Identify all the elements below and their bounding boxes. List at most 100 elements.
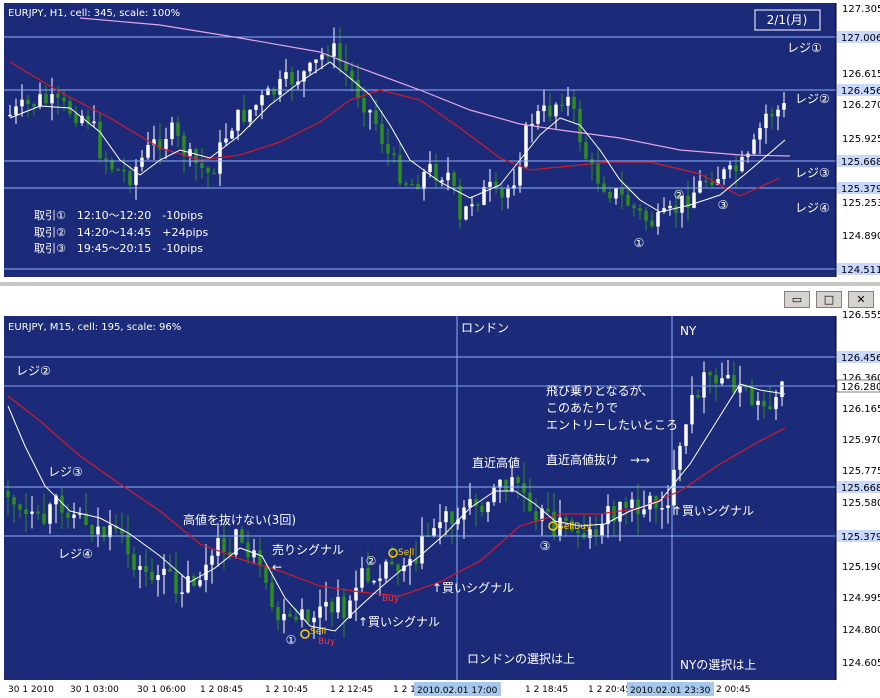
- candle-bull: [600, 523, 604, 536]
- candle-bear: [390, 561, 394, 565]
- candle-bear: [710, 181, 714, 185]
- candle-bear: [270, 582, 274, 608]
- candle-bull: [314, 59, 318, 63]
- candle-bull: [510, 477, 514, 491]
- candle-bull: [780, 381, 784, 398]
- candle-bull: [702, 372, 706, 398]
- candle-bull: [134, 166, 138, 186]
- candle-bull: [444, 511, 448, 523]
- candle-bull: [506, 188, 510, 198]
- price-highlight: 125.668: [841, 483, 880, 494]
- candle-bear: [168, 568, 172, 572]
- candle-bear: [458, 185, 462, 220]
- candle-bull: [284, 72, 288, 79]
- candle-bear: [516, 477, 520, 483]
- candle-bear: [708, 372, 712, 376]
- candle-bull: [92, 121, 96, 124]
- annotation-london-choice: ロンドンの選択は上: [467, 652, 575, 666]
- candle-bear: [546, 508, 550, 512]
- time-highlight: 2010.02.01 23:30: [630, 686, 711, 696]
- candle-bull: [666, 505, 670, 509]
- candle-bull: [614, 188, 618, 199]
- candle-bull: [254, 105, 258, 110]
- candle-bear: [290, 72, 294, 85]
- candle-bull: [372, 580, 376, 583]
- candle-bull: [678, 445, 682, 470]
- candle-bear: [362, 97, 366, 113]
- candle-bull: [684, 424, 688, 446]
- candle-bull: [198, 580, 202, 586]
- h1-chart-window[interactable]: 2/1(月) レジ① レジ② レジ③ レジ④ EURJPY, H1, cell:…: [0, 0, 880, 282]
- candle-bear: [66, 512, 70, 518]
- trade-3: 取引③ 19:45～20:15 -10pips: [34, 241, 203, 255]
- marker-1: ①: [286, 633, 297, 647]
- candle-bull: [422, 172, 426, 190]
- price-highlight: 127.006: [841, 33, 880, 44]
- candle-bear: [608, 192, 612, 199]
- candle-bull: [554, 104, 558, 117]
- candle-bull: [482, 186, 486, 205]
- time-highlight: 2010.02.01 17:00: [417, 686, 498, 696]
- h1-chart[interactable]: 2/1(月) レジ① レジ② レジ③ レジ④ EURJPY, H1, cell:…: [0, 0, 880, 282]
- price-tick: 124.890: [842, 231, 880, 242]
- annotation-sell-signal: 売りシグナル: [272, 542, 344, 557]
- candle-bear: [480, 505, 484, 513]
- minimize-button[interactable]: ▭: [784, 291, 810, 308]
- m15-chart[interactable]: EURJPY, M15, cell: 195, scale: 96% ロンドン …: [0, 286, 880, 698]
- candle-bull: [332, 43, 336, 57]
- candle-bear: [122, 169, 126, 172]
- candle-bull: [758, 128, 762, 140]
- candle-bull: [470, 204, 474, 207]
- annotation-ny-choice: NYの選択は上: [680, 658, 756, 672]
- candle-bull: [156, 574, 160, 581]
- candle-bull: [180, 592, 184, 594]
- candle-bull: [524, 125, 528, 167]
- candle-bull: [308, 62, 312, 72]
- annotation-buy-signal-1: ↑買いシグナル: [432, 581, 514, 595]
- candle-bull: [140, 157, 144, 167]
- time-tick: 1 2 08:45: [200, 685, 243, 695]
- candle-bear: [294, 616, 298, 620]
- candle-bear: [32, 104, 36, 107]
- signal-buy-1: Buy: [318, 637, 336, 647]
- candle-bull: [224, 138, 228, 143]
- candle-bull: [48, 504, 52, 524]
- candle-bull: [752, 139, 756, 154]
- level-label-r2: レジ②: [795, 92, 830, 106]
- candle-bull: [236, 109, 240, 131]
- signal-sell-1: Sell: [310, 627, 326, 637]
- marker-2: ②: [366, 554, 377, 568]
- candle-bull: [648, 495, 652, 510]
- candle-bear: [98, 121, 102, 159]
- candle-bull: [488, 181, 492, 187]
- candle-bear: [638, 208, 642, 211]
- date-box-text: 2/1(月): [767, 13, 808, 27]
- m15-chart-window[interactable]: EURJPY, M15, cell: 195, scale: 96% ロンドン …: [0, 286, 880, 698]
- annotation-left-arrow: ←: [272, 560, 282, 574]
- candle-bear: [144, 566, 148, 572]
- candle-bear: [504, 479, 508, 491]
- candle-bear: [476, 204, 480, 206]
- candle-bear: [206, 168, 210, 173]
- candle-bear: [632, 205, 636, 209]
- candle-bear: [276, 607, 280, 621]
- candle-bull: [50, 94, 54, 104]
- candle-bull: [324, 601, 328, 607]
- candle-bear: [522, 482, 526, 493]
- candle-bear: [174, 571, 178, 594]
- candle-bear: [594, 529, 598, 536]
- candle-bear: [750, 387, 754, 406]
- candle-bull: [726, 374, 730, 379]
- candle-bear: [242, 109, 246, 122]
- close-button[interactable]: ✕: [848, 291, 874, 308]
- annotation-jump-in-line2: このあたりで: [546, 401, 618, 415]
- price-tick: 125.190: [842, 562, 880, 573]
- candle-bear: [74, 113, 78, 124]
- price-tick: 125.580: [842, 498, 880, 509]
- candle-bear: [288, 614, 292, 617]
- candle-bull: [146, 144, 150, 158]
- marker-1: ①: [634, 236, 645, 250]
- candle-bear: [452, 172, 456, 186]
- restore-button[interactable]: □: [816, 291, 842, 308]
- price-tick: 124.995: [842, 593, 880, 604]
